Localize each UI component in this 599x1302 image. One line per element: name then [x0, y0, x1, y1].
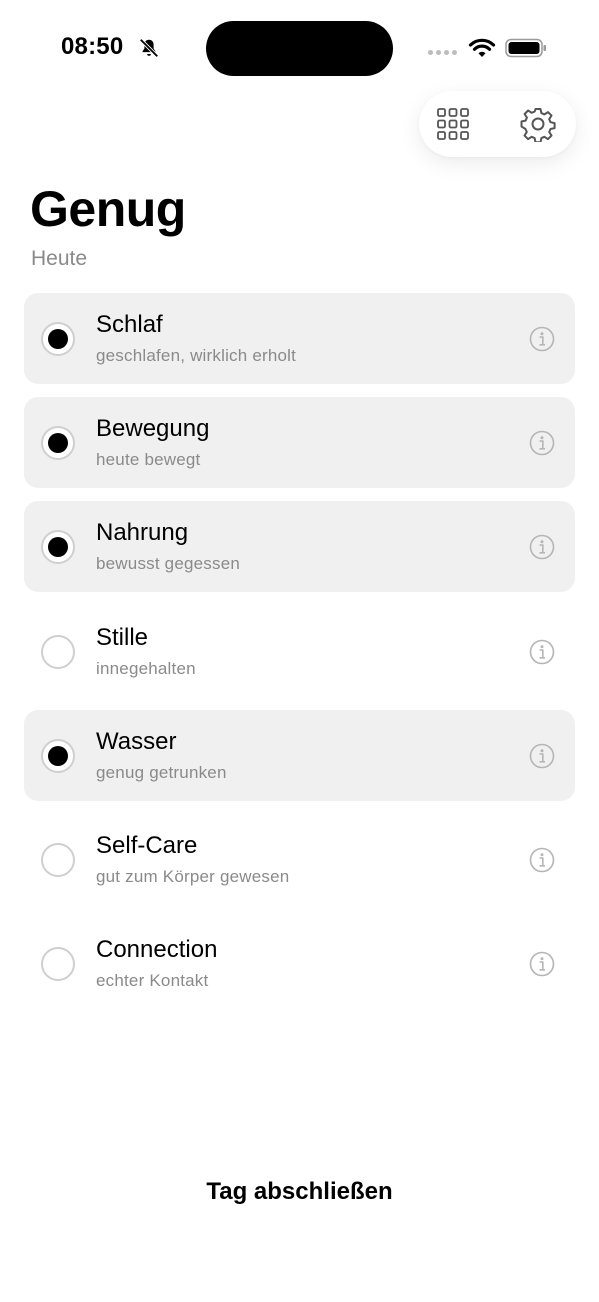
radio-selected-dot [48, 537, 68, 557]
dynamic-island [206, 21, 393, 76]
list-item-nahrung[interactable]: Nahrung bewusst gegessen [24, 501, 575, 592]
item-subtitle: gut zum Körper gewesen [96, 867, 290, 886]
item-title: Nahrung [96, 519, 189, 546]
finish-day-button[interactable]: Tag abschließen [0, 1178, 599, 1206]
gear-icon [520, 108, 556, 142]
item-title: Bewegung [96, 415, 210, 442]
cellular-signal-icon [428, 50, 457, 55]
info-icon[interactable] [529, 534, 555, 560]
radio-selected-dot [48, 329, 68, 349]
page-subtitle: Heute [31, 247, 88, 270]
settings-button[interactable] [520, 106, 556, 142]
item-subtitle: geschlafen, wirklich erholt [96, 346, 297, 365]
list-item-bewegung[interactable]: Bewegung heute bewegt [24, 397, 575, 488]
item-title: Stille [96, 624, 149, 651]
grid-button[interactable] [435, 106, 471, 142]
list-item-schlaf[interactable]: Schlaf geschlafen, wirklich erholt [24, 293, 575, 384]
radio-button[interactable] [41, 322, 75, 356]
item-subtitle: genug getrunken [96, 763, 227, 782]
item-subtitle: echter Kontakt [96, 971, 209, 990]
info-icon[interactable] [529, 326, 555, 352]
grid-icon [437, 108, 469, 140]
info-icon[interactable] [529, 951, 555, 977]
item-subtitle: heute bewegt [96, 450, 201, 469]
item-title: Schlaf [96, 311, 163, 338]
item-title: Connection [96, 936, 218, 963]
item-subtitle: bewusst gegessen [96, 554, 241, 573]
battery-icon [505, 38, 546, 58]
list-item-stille[interactable]: Stille innegehalten [24, 606, 575, 697]
radio-selected-dot [48, 433, 68, 453]
info-icon[interactable] [529, 430, 555, 456]
toolbar [419, 91, 576, 157]
item-title: Wasser [96, 728, 177, 755]
screen: 08:50 Genug Heute Schlaf geschlafen, wir… [0, 0, 599, 1302]
list-item-wasser[interactable]: Wasser genug getrunken [24, 710, 575, 801]
info-icon[interactable] [529, 847, 555, 873]
radio-button[interactable] [41, 635, 75, 669]
list-item-self-care[interactable]: Self-Care gut zum Körper gewesen [24, 814, 575, 905]
info-icon[interactable] [529, 743, 555, 769]
radio-button[interactable] [41, 739, 75, 773]
radio-button[interactable] [41, 947, 75, 981]
item-subtitle: innegehalten [96, 659, 196, 678]
radio-selected-dot [48, 746, 68, 766]
list-item-connection[interactable]: Connection echter Kontakt [24, 918, 575, 1009]
page-title: Genug [30, 181, 186, 237]
status-time: 08:50 [61, 33, 124, 60]
radio-button[interactable] [41, 426, 75, 460]
radio-button[interactable] [41, 843, 75, 877]
bell-slash-icon [139, 38, 159, 58]
wifi-icon [468, 38, 496, 57]
radio-button[interactable] [41, 530, 75, 564]
item-title: Self-Care [96, 832, 198, 859]
info-icon[interactable] [529, 639, 555, 665]
